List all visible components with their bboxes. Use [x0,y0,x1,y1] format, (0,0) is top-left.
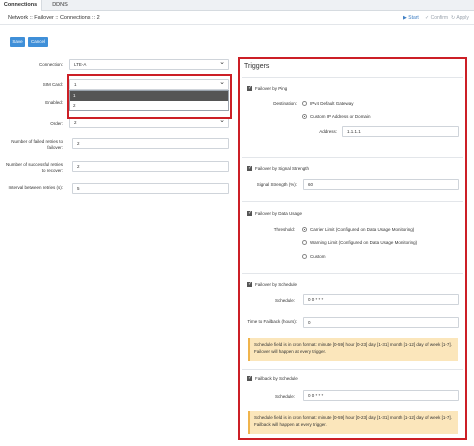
failback-schedule-label: Schedule: [274,394,295,399]
failback-note: Schedule field is in cron format: minute… [248,411,458,434]
triggers-title: Triggers [244,63,270,70]
schedule-label: Failover by Schedule [255,282,298,287]
divider [242,201,463,202]
custom-limit-label: Custom [310,254,326,259]
save-button[interactable]: Save [10,37,25,47]
sim-card-highlight [67,74,232,119]
schedule-checkbox[interactable] [247,281,252,287]
header-bar: Network :: Failover :: Connections :: 2 … [0,11,474,25]
successful-retries-input[interactable]: 2 [72,161,229,172]
start-button[interactable]: ▶ Start [403,15,419,21]
interval-input[interactable]: 5 [72,183,229,194]
custom-address-radio[interactable] [302,114,307,119]
warning-limit-radio[interactable] [302,240,307,245]
apply-button[interactable]: ↻ Apply [451,15,469,21]
data-usage-checkbox[interactable] [247,210,252,216]
data-usage-label: Failover by Data Usage [255,211,303,216]
failback-schedule-input[interactable]: 0 0 * * * [303,390,459,401]
carrier-limit-radio[interactable] [302,227,307,232]
divider [242,273,463,274]
signal-checkbox[interactable] [247,165,252,171]
interval-label: Interval between retries (s): [8,185,63,190]
schedule-input[interactable]: 0 0 * * * [303,294,459,305]
connection-label: Connection: [38,62,63,67]
warning-limit-label: Warning Limit (Configured on Data Usage … [310,240,418,245]
tab-ddns[interactable]: DDNS [42,0,78,11]
failed-retries-label: Number of failed retries to failover: [11,139,63,150]
address-input[interactable]: 1.1.1.1 [342,126,459,137]
signal-label: Failover by Signal Strength [255,166,310,171]
threshold-label: Threshold: [273,227,295,232]
destination-label: Destination: [273,101,297,106]
confirm-button[interactable]: ✓ Confirm [425,15,448,21]
schedule-note: Schedule field is in cron format: minute… [248,338,458,361]
divider [242,369,463,370]
order-value: 2 [74,120,77,125]
sim-card-label: SIM Card: [42,82,63,87]
confirm-label: Confirm [430,15,449,21]
order-label: Order: [50,121,63,126]
connection-select[interactable]: LTE-A [69,58,229,70]
successful-retries-label: Number of successful retries to recover: [5,162,63,173]
connection-value: LTE-A [74,62,87,67]
apply-label: Apply [456,15,469,21]
address-label: Address: [319,129,337,134]
failback-time-input[interactable]: 0 [303,317,459,328]
divider [242,77,463,78]
ping-label: Failover by Ping [255,86,288,91]
custom-limit-radio[interactable] [302,254,307,259]
custom-address-label: Custom IP Address or Domain [310,114,371,119]
tab-connections[interactable]: Connections [0,0,42,11]
breadcrumb: Network :: Failover :: Connections :: 2 [8,15,100,21]
failback-checkbox[interactable] [247,375,252,381]
ping-checkbox[interactable] [247,85,252,91]
enabled-label: Enabled: [45,100,63,105]
failback-time-label: Time to Failback (hours): [247,319,297,324]
schedule-field-label: Schedule: [274,298,295,303]
cancel-button[interactable]: Cancel [28,37,48,47]
start-label: Start [408,15,419,21]
tab-bar: Connections DDNS [0,0,474,11]
failback-label: Failback by Schedule [255,376,298,381]
divider [242,157,463,158]
ipv4-gateway-label: IPv4 Default Gateway [310,101,354,106]
signal-strength-input[interactable]: 60 [303,179,459,190]
carrier-limit-label: Carrier Limit (Configured on Data Usage … [310,227,415,232]
signal-strength-label: Signal Strength (%): [256,182,297,187]
ipv4-gateway-radio[interactable] [302,101,307,106]
failed-retries-input[interactable]: 2 [72,138,229,149]
